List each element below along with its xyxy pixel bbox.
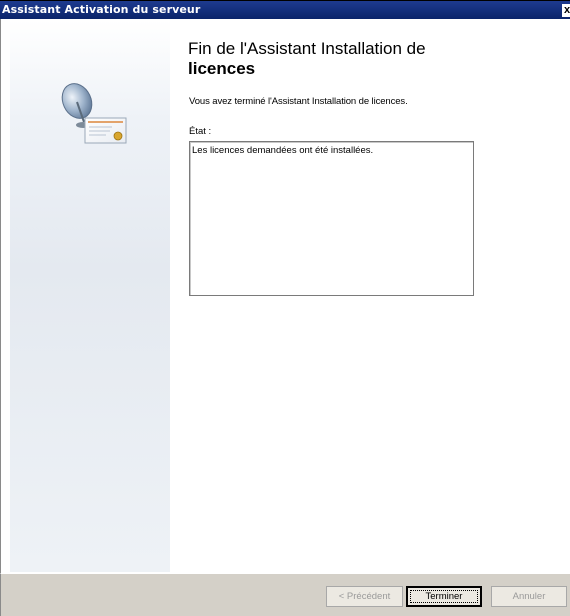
page-title: Fin de l'Assistant Installation de licen… bbox=[188, 39, 548, 79]
page-title-line1: Fin de l'Assistant Installation de bbox=[188, 39, 426, 58]
finish-button[interactable]: Terminer bbox=[406, 586, 482, 607]
focus-rectangle bbox=[410, 590, 478, 603]
state-label: État : bbox=[189, 126, 212, 137]
close-button[interactable]: x bbox=[562, 4, 570, 17]
license-server-certificate-icon bbox=[61, 83, 127, 144]
page-title-line2: licences bbox=[188, 59, 256, 78]
window-title: Assistant Activation du serveur bbox=[2, 3, 201, 16]
title-bar[interactable]: Assistant Activation du serveur x bbox=[0, 0, 570, 19]
state-text: Les licences demandées ont été installée… bbox=[192, 145, 374, 156]
completion-message: Vous avez terminé l'Assistant Installati… bbox=[189, 96, 408, 107]
state-textbox[interactable]: Les licences demandées ont été installée… bbox=[189, 141, 474, 296]
cancel-button[interactable]: Annuler bbox=[491, 586, 567, 607]
button-bar: < Précédent Terminer Annuler bbox=[0, 573, 570, 616]
wizard-window: Assistant Activation du serveur x Fin de… bbox=[0, 0, 570, 616]
previous-button[interactable]: < Précédent bbox=[326, 586, 403, 607]
wizard-content: Fin de l'Assistant Installation de licen… bbox=[0, 19, 570, 573]
wizard-side-panel bbox=[10, 20, 170, 572]
